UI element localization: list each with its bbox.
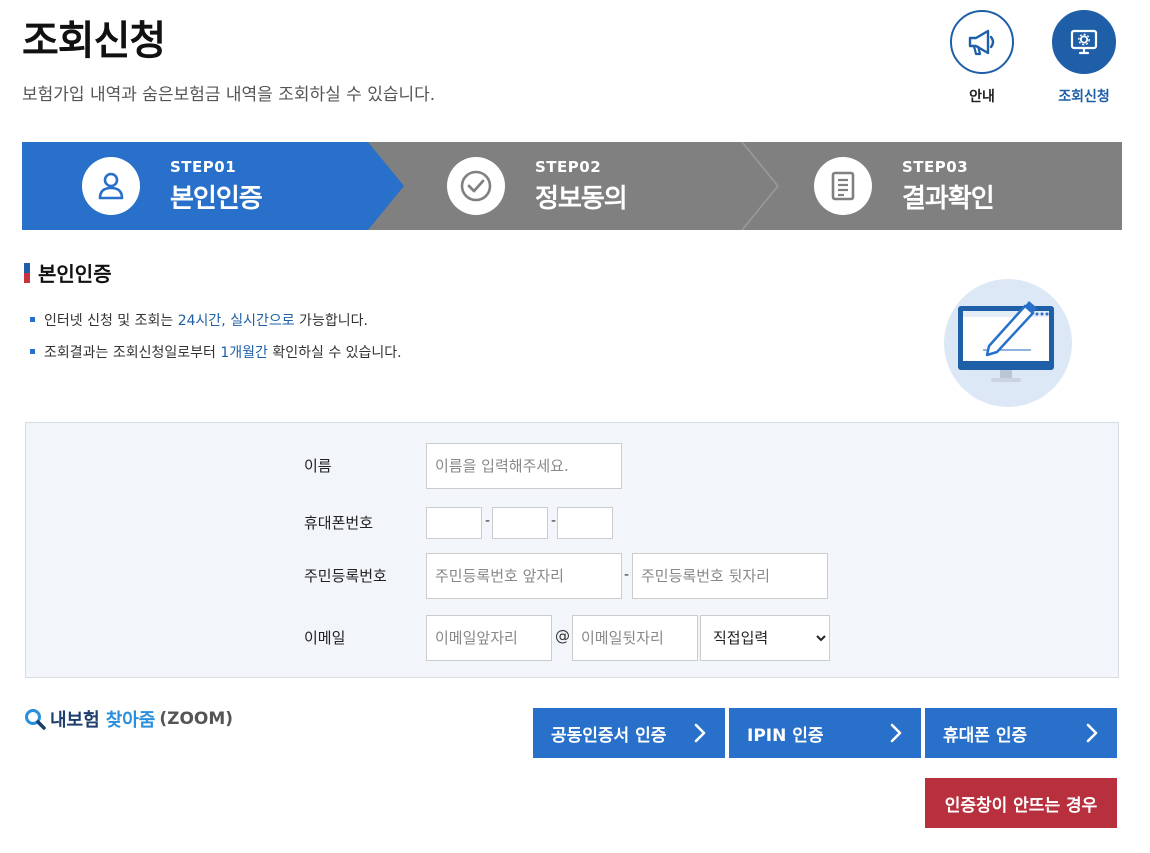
chevron-right-icon — [694, 723, 706, 743]
phone-separator: - — [485, 513, 491, 529]
name-label: 이름 — [304, 457, 332, 475]
inquiry-circle — [1052, 10, 1116, 74]
phone-label: 휴대폰번호 — [304, 514, 374, 532]
notice2-text: 조회결과는 조회신청일로부터 — [44, 345, 221, 361]
email-front-input[interactable] — [426, 615, 552, 661]
inquiry-button[interactable]: 조회신청 — [1051, 10, 1117, 106]
ipin-auth-button[interactable]: IPIN 인증 — [729, 708, 921, 758]
monitor-pen-illustration-icon — [944, 279, 1072, 407]
zoom-logo-part1: 내보험 — [50, 710, 100, 731]
monitor-gear-icon — [1070, 29, 1098, 55]
email-back-input[interactable] — [572, 615, 698, 661]
step3-icon-circle — [814, 157, 872, 215]
phone-input-3[interactable] — [557, 507, 613, 539]
notice2-highlight: 1개월간 — [220, 345, 268, 361]
step2-number: STEP02 — [535, 157, 602, 176]
phone-input-1[interactable] — [426, 507, 482, 539]
step3-number: STEP03 — [902, 157, 969, 176]
magnifier-icon — [25, 709, 46, 730]
step-3: STEP03 결과확인 — [814, 142, 995, 230]
step2-icon-circle — [447, 157, 505, 215]
step-progress: STEP01 본인인증 STEP02 정보동의 STEP03 결과확인 — [22, 142, 1122, 230]
certificate-auth-button[interactable]: 공동인증서 인증 — [533, 708, 725, 758]
email-domain-select[interactable]: 직접입력 — [700, 615, 830, 661]
notice-list: 인터넷 신청 및 조회는 24시간, 실시간으로 가능합니다. 조회결과는 조회… — [28, 310, 402, 374]
step-2: STEP02 정보동의 — [447, 142, 628, 230]
phone-input-2[interactable] — [492, 507, 548, 539]
email-at-sign: @ — [555, 627, 570, 645]
certificate-auth-label: 공동인증서 인증 — [551, 725, 667, 746]
notice1-highlight: 24시간, 실시간으로 — [177, 313, 295, 329]
phone-auth-label: 휴대폰 인증 — [943, 725, 1028, 746]
phone-separator: - — [551, 513, 557, 529]
notice1-text: 인터넷 신청 및 조회는 — [44, 313, 178, 329]
section-title: 본인인증 — [24, 258, 112, 287]
auth-window-help-button[interactable]: 인증창이 안뜨는 경우 — [925, 778, 1117, 828]
rrn-back-input[interactable] — [632, 553, 828, 599]
zoom-logo-part3: (ZOOM) — [159, 709, 234, 729]
check-circle-icon — [460, 170, 492, 202]
identity-form: 이름 휴대폰번호 - - 주민등록번호 - 이메일 @ 직접입력 — [25, 422, 1119, 678]
chevron-right-icon — [1086, 723, 1098, 743]
notice1-text-end: 가능합니다. — [294, 313, 368, 329]
step2-name: 정보동의 — [535, 183, 628, 214]
step1-icon-circle — [82, 157, 140, 215]
guide-button[interactable]: 안내 — [949, 10, 1015, 106]
page-title: 조회신청 — [22, 18, 166, 64]
rrn-separator: - — [624, 567, 630, 583]
notice2-text-end: 확인하실 수 있습니다. — [267, 345, 402, 361]
inquiry-label: 조회신청 — [1058, 89, 1110, 105]
page-description: 보험가입 내역과 숨은보험금 내역을 조회하실 수 있습니다. — [22, 85, 436, 105]
person-icon — [98, 172, 124, 200]
zoom-logo: 내보험 찾아줌 (ZOOM) — [24, 706, 233, 732]
section-title-text: 본인인증 — [38, 262, 112, 286]
zoom-logo-part2: 찾아줌 — [105, 710, 156, 731]
section-title-bar — [24, 262, 30, 283]
step1-number: STEP01 — [170, 157, 237, 176]
rrn-label: 주민등록번호 — [304, 567, 387, 585]
email-label: 이메일 — [304, 629, 346, 647]
step3-name: 결과확인 — [902, 183, 995, 214]
name-input[interactable] — [426, 443, 622, 489]
megaphone-icon — [968, 29, 995, 56]
notice-item: 조회결과는 조회신청일로부터 1개월간 확인하실 수 있습니다. — [28, 342, 402, 362]
phone-auth-button[interactable]: 휴대폰 인증 — [925, 708, 1117, 758]
guide-circle — [950, 10, 1014, 74]
chevron-right-icon — [890, 723, 902, 743]
document-icon — [831, 171, 855, 201]
ipin-auth-label: IPIN 인증 — [747, 725, 824, 746]
step-chevron-separator — [741, 142, 779, 230]
step1-name: 본인인증 — [170, 183, 263, 214]
step-1: STEP01 본인인증 — [82, 142, 263, 230]
guide-label: 안내 — [969, 89, 995, 105]
notice-item: 인터넷 신청 및 조회는 24시간, 실시간으로 가능합니다. — [28, 310, 402, 330]
rrn-front-input[interactable] — [426, 553, 622, 599]
